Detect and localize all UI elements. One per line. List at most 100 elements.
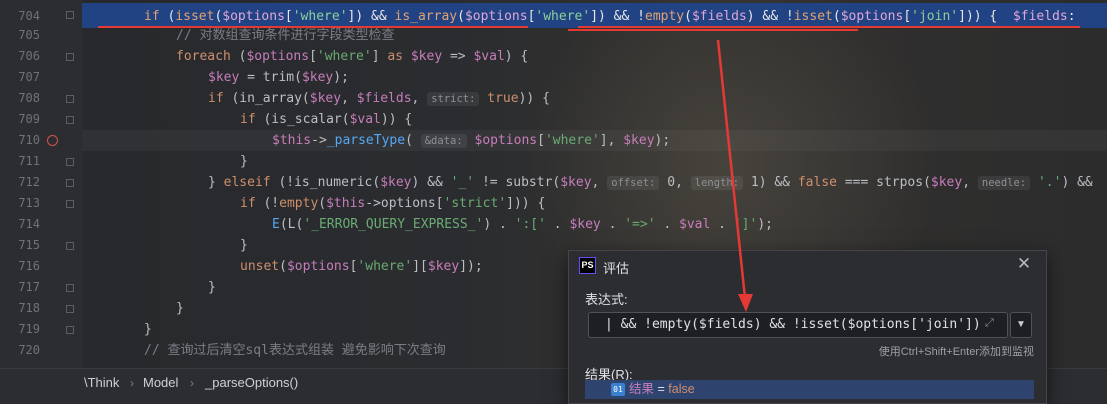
line-number[interactable]: 716: [0, 256, 40, 277]
code-token: (!: [263, 196, 280, 211]
fold-icon[interactable]: [66, 284, 74, 292]
code-token: ->: [311, 133, 327, 148]
code-token: ) &&: [411, 175, 451, 190]
code-line[interactable]: } elseif (!is_numeric($key) && '_' != su…: [82, 172, 1107, 193]
expand-icon[interactable]: ⤢: [985, 317, 994, 330]
code-token: $val: [349, 112, 381, 127]
fold-icon[interactable]: [66, 158, 74, 166]
breadcrumb-item[interactable]: \Think: [84, 374, 119, 392]
expression-input[interactable]: | && !empty($fields) && !isset($options[…: [588, 312, 1008, 338]
fold-icon[interactable]: [66, 53, 74, 61]
line-number[interactable]: 708: [0, 88, 40, 109]
code-token: isset: [793, 9, 833, 24]
line-number[interactable]: 704: [0, 6, 40, 27]
line-number[interactable]: 710: [0, 130, 40, 151]
fold-icon[interactable]: [66, 305, 74, 313]
code-token: $key: [569, 217, 601, 232]
code-token: ])) {: [958, 9, 1013, 24]
code-token: }: [208, 175, 224, 190]
result-value: false: [668, 382, 695, 396]
code-token: ) .: [483, 217, 515, 232]
code-token: 'where': [316, 49, 372, 64]
result-name: 结果: [629, 382, 655, 396]
breadcrumb-item[interactable]: Model: [143, 374, 178, 392]
line-number[interactable]: 707: [0, 67, 40, 88]
code-token: $fields: [356, 91, 412, 106]
code-token: [: [309, 49, 317, 64]
line-number[interactable]: 714: [0, 214, 40, 235]
evaluate-dialog: PS 评估 ✕ 表达式: | && !empty($fields) && !is…: [568, 250, 1047, 404]
code-line[interactable]: if (in_array($key, $fields, strict: true…: [82, 88, 1107, 109]
chevron-down-icon[interactable]: ▼: [1010, 312, 1032, 338]
code-token: '=>': [624, 217, 656, 232]
line-number[interactable]: 712: [0, 172, 40, 193]
line-number[interactable]: 718: [0, 298, 40, 319]
fold-icon[interactable]: [66, 11, 74, 19]
dialog-title: 评估: [603, 261, 630, 276]
fold-icon[interactable]: [66, 200, 74, 208]
code-token: foreach: [176, 49, 239, 64]
code-token: $options: [464, 9, 528, 24]
code-token: ) {: [504, 49, 529, 64]
code-token: $fields: [691, 9, 747, 24]
code-token: ':[': [514, 217, 546, 232]
code-token: [: [537, 133, 545, 148]
line-number[interactable]: 720: [0, 340, 40, 361]
code-line[interactable]: }: [82, 151, 1107, 172]
code-token: (: [832, 9, 841, 24]
parameter-hint: &data:: [420, 134, 467, 148]
code-token: .: [600, 217, 625, 232]
code-token: _parseType: [326, 133, 406, 148]
line-number[interactable]: 719: [0, 319, 40, 340]
code-token: ) && !: [746, 9, 794, 24]
code-token: $key: [208, 70, 240, 85]
code-line[interactable]: if (isset($options['where']) && is_array…: [82, 6, 1107, 27]
code-token: (: [279, 259, 287, 274]
code-line[interactable]: if (is_scalar($val)) {: [82, 109, 1107, 130]
line-gutter[interactable]: 704 705 706 707 708 709 710 711 712 713 714 715 716 7…: [0, 0, 82, 368]
code-token: = trim(: [239, 70, 302, 85]
code-token: (: [318, 196, 327, 211]
code-token: (is_scalar(: [263, 112, 350, 127]
code-token: $options: [840, 9, 904, 24]
code-line[interactable]: $this->_parseType( &data: $options['wher…: [82, 130, 1107, 151]
code-token: false: [797, 175, 845, 190]
fold-icon[interactable]: [66, 326, 74, 334]
fold-icon[interactable]: [66, 179, 74, 187]
code-token: );: [757, 217, 773, 232]
breadcrumb-item[interactable]: _parseOptions(): [205, 374, 298, 392]
code-line[interactable]: foreach ($options['where'] as $key => $v…: [82, 46, 1107, 67]
close-icon[interactable]: ✕: [1015, 255, 1033, 273]
code-token: unset: [240, 259, 280, 274]
code-token: != substr(: [474, 175, 561, 190]
fold-icon[interactable]: [66, 116, 74, 124]
line-number[interactable]: 717: [0, 277, 40, 298]
code-token: ]) && !: [590, 9, 645, 24]
line-number[interactable]: 711: [0, 151, 40, 172]
result-row[interactable]: 01 结果 = false: [585, 380, 1034, 399]
fold-icon[interactable]: [66, 95, 74, 103]
code-token: }: [208, 280, 216, 295]
code-line[interactable]: E(L('_ERROR_QUERY_EXPRESS_') . ':[' . $k…: [82, 214, 1107, 235]
code-token: 1) &&: [743, 175, 798, 190]
expression-text[interactable]: | && !empty($fields) && !isset($options[…: [605, 313, 981, 337]
code-token: ])) {: [506, 196, 546, 211]
code-token: .: [655, 217, 680, 232]
fold-icon[interactable]: [66, 242, 74, 250]
code-token: true: [479, 91, 519, 106]
line-number[interactable]: 713: [0, 193, 40, 214]
breakpoint-icon[interactable]: [47, 135, 58, 146]
code-token: =>: [442, 49, 474, 64]
code-token: $key: [930, 175, 963, 190]
line-number[interactable]: 705: [0, 25, 40, 46]
line-number[interactable]: 709: [0, 109, 40, 130]
line-number[interactable]: 715: [0, 235, 40, 256]
breadcrumb-separator: ›: [130, 376, 134, 390]
code-line[interactable]: if (!empty($this->options['strict'])) {: [82, 193, 1107, 214]
phpstorm-icon: PS: [579, 257, 596, 274]
code-token: :: [1067, 9, 1076, 24]
code-line[interactable]: $key = trim($key);: [82, 67, 1107, 88]
code-token: );: [654, 133, 671, 148]
line-number[interactable]: 706: [0, 46, 40, 67]
code-token: if: [208, 91, 232, 106]
